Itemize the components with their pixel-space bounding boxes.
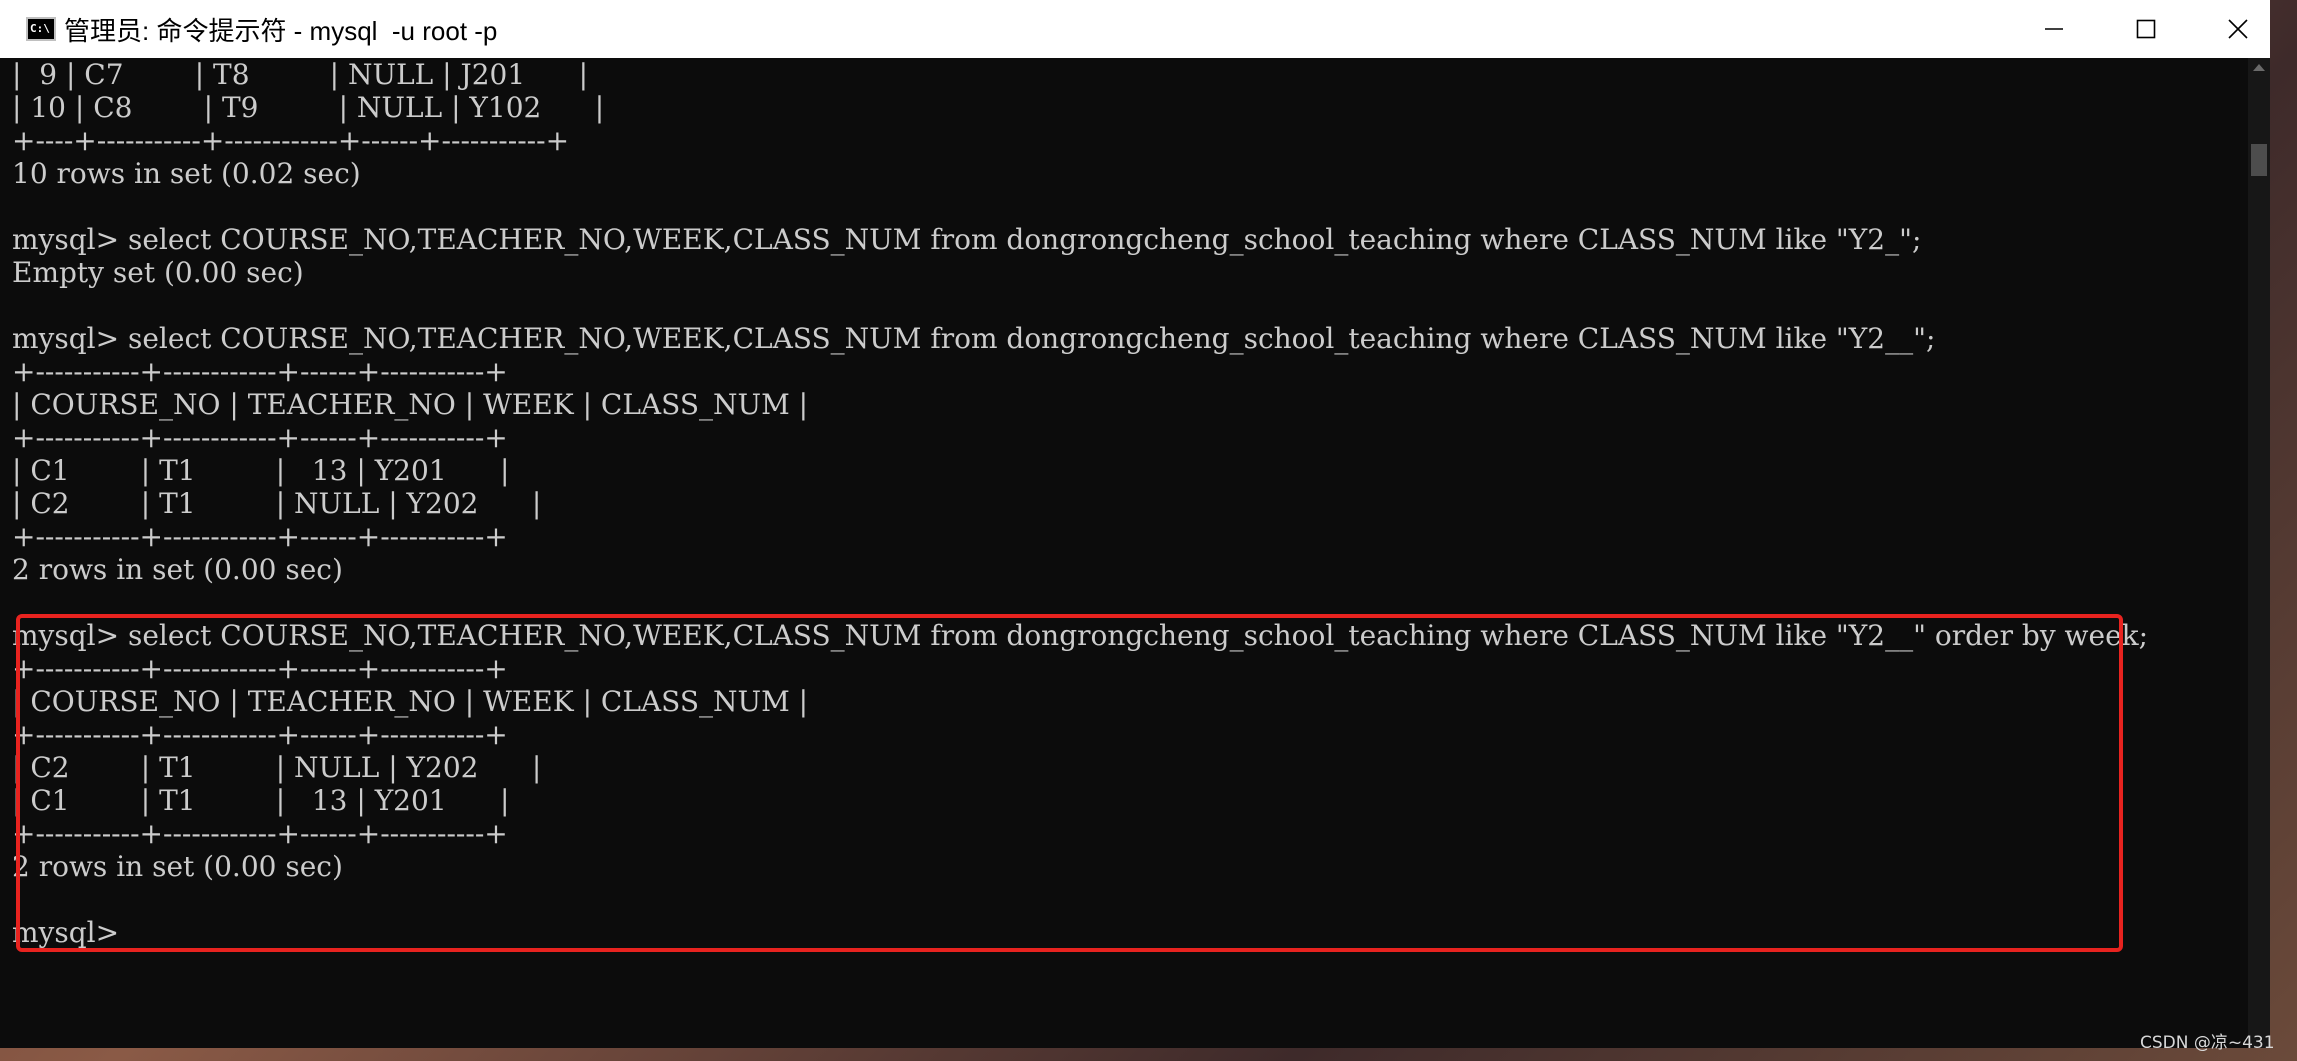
terminal-line: +-----------+------------+------+-------… — [12, 355, 508, 388]
terminal-line: +----+-----------+------------+------+--… — [12, 124, 570, 157]
vertical-scrollbar[interactable] — [2248, 58, 2270, 1048]
window-title: 管理员: 命令提示符 - mysql -u root -p — [64, 15, 498, 46]
terminal-line: 2 rows in set (0.00 sec) — [12, 553, 343, 586]
terminal-line: | COURSE_NO | TEACHER_NO | WEEK | CLASS_… — [12, 388, 809, 421]
terminal-line: | C1 | T1 | 13 | Y201 | — [12, 454, 510, 487]
terminal-line: mysql> select COURSE_NO,TEACHER_NO,WEEK,… — [12, 223, 1922, 256]
title-bar[interactable]: C:\ 管理员: 命令提示符 - mysql -u root -p — [0, 0, 2270, 58]
maximize-button[interactable] — [2100, 0, 2192, 58]
terminal-line: | C2 | T1 | NULL | Y202 | — [12, 487, 542, 520]
annotation-highlight-box — [16, 614, 2123, 952]
cmd-icon: C:\ — [26, 17, 56, 41]
terminal-line: 10 rows in set (0.02 sec) — [12, 157, 361, 190]
terminal-line: | 9 | C7 | T8 | NULL | J201 | — [12, 58, 589, 91]
terminal-line: | 10 | C8 | T9 | NULL | Y102 | — [12, 91, 605, 124]
csdn-watermark: CSDN @凉~431 — [2140, 1033, 2275, 1053]
scroll-up-arrow-icon[interactable] — [2253, 64, 2265, 71]
minimize-button[interactable] — [2008, 0, 2100, 58]
maximize-icon — [2136, 19, 2156, 39]
close-button[interactable] — [2192, 0, 2284, 58]
close-icon — [2228, 19, 2248, 39]
terminal-line: +-----------+------------+------+-------… — [12, 421, 508, 454]
terminal-line: +-----------+------------+------+-------… — [12, 520, 508, 553]
scrollbar-thumb[interactable] — [2251, 144, 2267, 176]
minimize-icon — [2045, 28, 2063, 30]
terminal-line: mysql> select COURSE_NO,TEACHER_NO,WEEK,… — [12, 322, 1936, 355]
terminal-line: Empty set (0.00 sec) — [12, 256, 304, 289]
